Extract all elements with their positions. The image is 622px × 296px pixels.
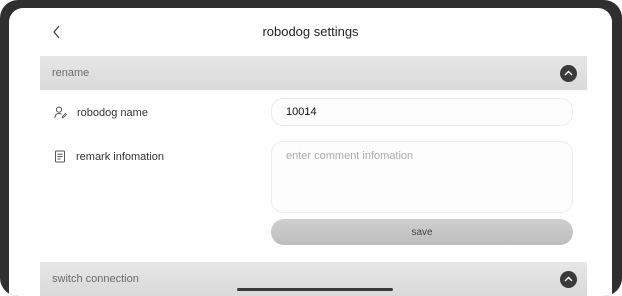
- page-title: robodog settings: [262, 24, 359, 39]
- home-indicator: [237, 288, 393, 291]
- chevron-up-icon: [564, 276, 573, 282]
- rename-section-title: rename: [52, 67, 90, 79]
- chevron-up-icon: [564, 70, 573, 76]
- settings-screen: robodog settings rename robodog name 100…: [9, 8, 612, 296]
- remark-label: remark infomation: [76, 150, 165, 163]
- remark-input[interactable]: [271, 141, 573, 213]
- remark-row: remark infomation: [54, 150, 164, 163]
- robodog-name-input[interactable]: [271, 98, 573, 126]
- rename-section-header[interactable]: rename: [40, 56, 587, 90]
- person-edit-icon: [54, 106, 67, 119]
- header: robodog settings: [9, 8, 612, 56]
- robodog-name-label: robodog name: [77, 106, 148, 119]
- save-button[interactable]: save: [271, 219, 573, 245]
- robodog-name-row: robodog name: [54, 106, 148, 119]
- document-icon: [55, 150, 65, 163]
- rename-collapse-button[interactable]: [560, 64, 577, 82]
- switch-connection-title: switch connection: [52, 273, 139, 285]
- device-frame: robodog settings rename robodog name 100…: [0, 0, 622, 296]
- switch-connection-toggle-button[interactable]: [560, 270, 577, 288]
